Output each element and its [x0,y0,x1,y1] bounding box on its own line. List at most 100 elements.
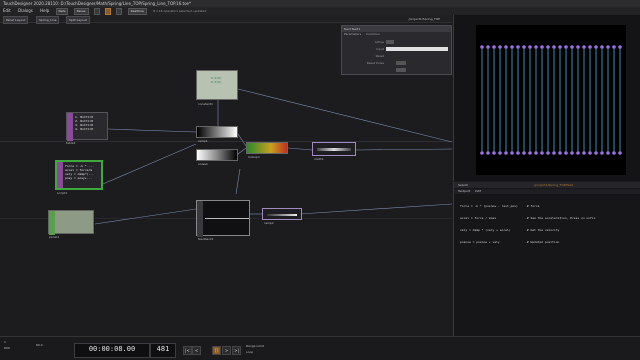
spring-point [534,45,538,49]
param-row-reset-pulse: Reset Pulse [366,61,384,65]
network-path: /project1/Spring_TOP [408,17,440,21]
node-constant1[interactable]: 0.0(0) 0.0(0) [196,70,238,100]
spring-point [534,151,538,155]
node-feedback1-label: feedback1 [198,237,214,241]
param-row-active: Active [374,40,384,44]
spring-point [558,45,562,49]
timeline-start-label: 1 [4,340,6,344]
node-noise1[interactable] [196,149,238,161]
menu-edit[interactable]: Edit [0,7,14,15]
param-active-toggle[interactable] [386,40,394,44]
step-back-button[interactable]: < [192,346,201,355]
tab-spring-line[interactable]: Spring_Line [36,16,60,24]
param-input-field[interactable] [386,47,448,51]
param-row-input: Input [376,47,384,51]
spring-point [588,151,592,155]
code-line-2: accel = force / mass # See the accelerat… [460,216,596,220]
spring-point [618,151,622,155]
param-reset-pulse-button[interactable] [396,68,406,72]
viewer-pane[interactable] [453,15,640,181]
spring-point [594,151,598,155]
spring-point [540,45,544,49]
node-script1[interactable]: force = -k * ... accel = force/m vely = … [55,160,103,190]
menu-dialogs[interactable]: Dialogs [15,7,36,15]
spring-point [594,45,598,49]
node-null1[interactable] [48,210,94,235]
textport-tab-dat[interactable]: DAT [475,189,481,193]
spring-point [498,151,502,155]
spring-point [546,151,550,155]
node-table1-label: table1 [66,141,76,145]
spring-point [504,45,508,49]
param-reset-toggle[interactable] [396,61,406,65]
network-editor[interactable]: 0.0(0) 0.0(0) constant1 1. NxCtl=0 2. Nx… [0,24,452,336]
tab-panel-layout[interactable]: Panel Layout [3,16,29,24]
node-ramp2[interactable] [262,208,302,220]
toolbar-panes[interactable]: Panes [73,7,89,15]
timeline-end-label: 600 [4,346,10,350]
spring-point [522,151,526,155]
node-table1-flag [67,113,73,141]
spring-point [600,45,604,49]
spring-point [570,151,574,155]
spring-point [486,151,490,155]
node-math1-preview [317,148,351,151]
go-start-button[interactable]: |< [183,346,192,355]
spring-point [576,151,580,155]
node-lookup1[interactable] [246,142,288,154]
node-table1[interactable]: 1. NxCtl=0 2. NxCtl=0 3. NxCtl=0 4. NxCt… [66,112,108,141]
toolbar-box-3[interactable] [93,7,100,15]
node-ramp2-label: ramp2 [264,221,274,225]
toolbar-box-5[interactable] [116,7,123,15]
spring-point [522,45,526,49]
spring-point [564,45,568,49]
spring-point [576,45,580,49]
toolbar-nets[interactable]: Nets [55,7,69,15]
node-ramp1-label: ramp1 [198,139,208,143]
textport-tab-textport[interactable]: Textport [458,189,470,193]
code-line-3: vely = damp * (vely + accel) # Get the v… [460,228,560,232]
spring-point [492,45,496,49]
textport-pane[interactable]: Search /project1/Spring_TOP/feed Textpor… [453,182,640,336]
spring-point [540,151,544,155]
spring-point [612,151,616,155]
timeline-fps: 60.0 [36,343,43,347]
timecode-display[interactable]: 00:00:08.00 [74,343,150,358]
node-script1-flag [57,162,63,188]
spring-point [504,151,508,155]
play-button[interactable]: > [222,346,231,355]
spring-point [600,151,604,155]
spring-point [558,151,562,155]
spring-lines-graphic [480,45,622,155]
frame-display[interactable]: 481 [150,343,176,358]
node-null1-label: panel1 [49,235,60,239]
window-title: TouchDesigner 2020.28110: D:/TouchDesign… [0,0,640,7]
code-line-1: force = -k * (posnow - rest_pos) # force [460,204,540,208]
go-end-button[interactable]: >| [232,346,241,355]
spring-point [480,45,484,49]
spring-point [498,45,502,49]
node-math1[interactable] [312,142,356,156]
textport-search[interactable]: Search [458,183,468,187]
toolbar-orange-box[interactable] [105,7,112,15]
param-tab-parameters[interactable]: Parameters [344,32,361,36]
menu-help[interactable]: Help [37,7,52,15]
realtime-toggle[interactable]: Realtime [127,7,147,15]
pane-tab-bar: Panel Layout Spring_Line Split Layout /p… [0,15,452,24]
param-tab-common[interactable]: Common [366,32,380,36]
parameter-dialog[interactable]: feed feed1 Parameters Common Active Inpu… [341,25,452,75]
node-ramp1[interactable] [196,126,238,138]
node-feedback1[interactable] [196,200,250,237]
node-noise1-label: noise1 [198,162,208,166]
code-view[interactable]: force = -k * (posnow - rest_pos) # force… [460,196,595,252]
viewer-canvas [476,25,626,175]
node-constant1-text: 0.0(0) 0.0(0) [211,76,222,84]
loop-label[interactable]: Loop [246,350,253,354]
spring-point [528,151,532,155]
tab-split-layout[interactable]: Split Layout [66,16,90,24]
spring-point [510,151,514,155]
node-script1-label: script1 [57,191,68,195]
spring-point [552,151,556,155]
node-math1-label: math1 [314,157,324,161]
stop-button[interactable]: [] [212,346,221,355]
